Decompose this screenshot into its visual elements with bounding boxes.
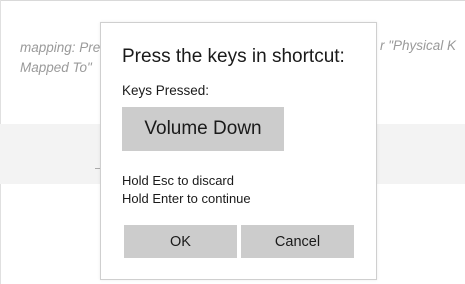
- background-text-line-1: mapping: Pre: [20, 40, 101, 55]
- hint-continue: Hold Enter to continue: [122, 191, 251, 206]
- cancel-button[interactable]: Cancel: [241, 225, 354, 258]
- background-text-line-2: Mapped To": [20, 60, 92, 75]
- shortcut-dialog: Press the keys in shortcut: Keys Pressed…: [100, 22, 377, 280]
- pressed-key-chip: Volume Down: [122, 107, 284, 151]
- background-mapping-text: mapping: Pre Mapped To": [20, 38, 100, 78]
- ok-button[interactable]: OK: [124, 225, 237, 258]
- frame-top-border: [0, 0, 465, 1]
- background-text-right: r "Physical K: [380, 38, 457, 53]
- dialog-title: Press the keys in shortcut:: [122, 46, 345, 67]
- hint-discard: Hold Esc to discard: [122, 173, 234, 188]
- pressed-key-label: Volume Down: [144, 118, 262, 139]
- keys-pressed-label: Keys Pressed:: [122, 83, 210, 98]
